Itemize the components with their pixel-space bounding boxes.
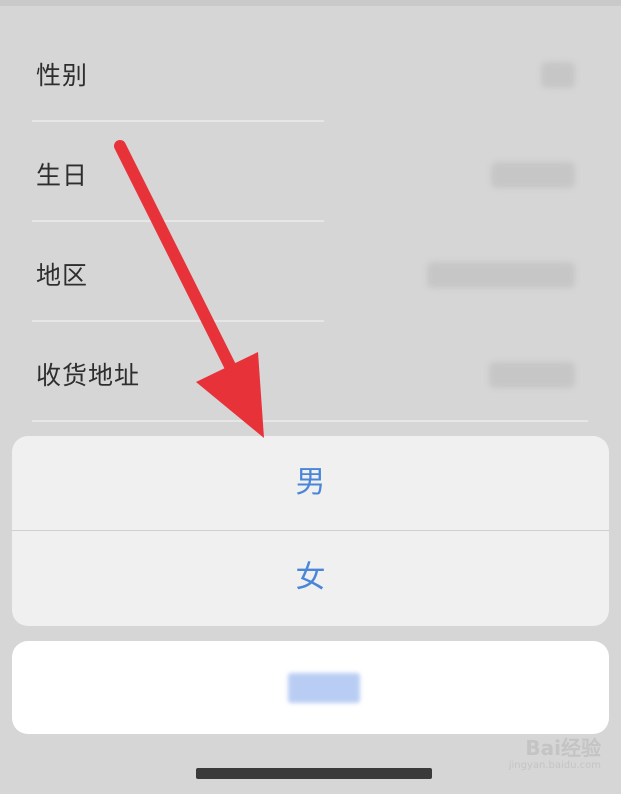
- row-label-region: 地区: [36, 261, 89, 290]
- row-label-gender: 性别: [36, 61, 89, 90]
- row-label-address: 收货地址: [36, 361, 141, 390]
- watermark-brand: Bai经验: [525, 736, 601, 760]
- gender-action-sheet: 男 女: [12, 436, 609, 626]
- row-value-gender-blurred: [541, 62, 575, 88]
- profile-row-region[interactable]: 地区: [0, 222, 621, 322]
- top-strip: [0, 0, 621, 6]
- option-male[interactable]: 男: [12, 436, 609, 530]
- home-indicator: [196, 768, 432, 779]
- cancel-button[interactable]: [12, 641, 609, 734]
- row-value-region-blurred: [427, 262, 575, 288]
- profile-row-birthday[interactable]: 生日: [0, 122, 621, 222]
- watermark: Bai经验 jingyan.baidu.com: [481, 736, 601, 772]
- profile-row-gender[interactable]: 性别: [0, 22, 621, 122]
- row-divider: [32, 420, 588, 422]
- option-female[interactable]: 女: [12, 531, 609, 625]
- profile-row-address[interactable]: 收货地址: [0, 322, 621, 422]
- row-label-birthday: 生日: [36, 161, 89, 190]
- watermark-url: jingyan.baidu.com: [508, 760, 601, 771]
- row-value-birthday-blurred: [491, 162, 575, 188]
- row-value-address-blurred: [489, 362, 575, 388]
